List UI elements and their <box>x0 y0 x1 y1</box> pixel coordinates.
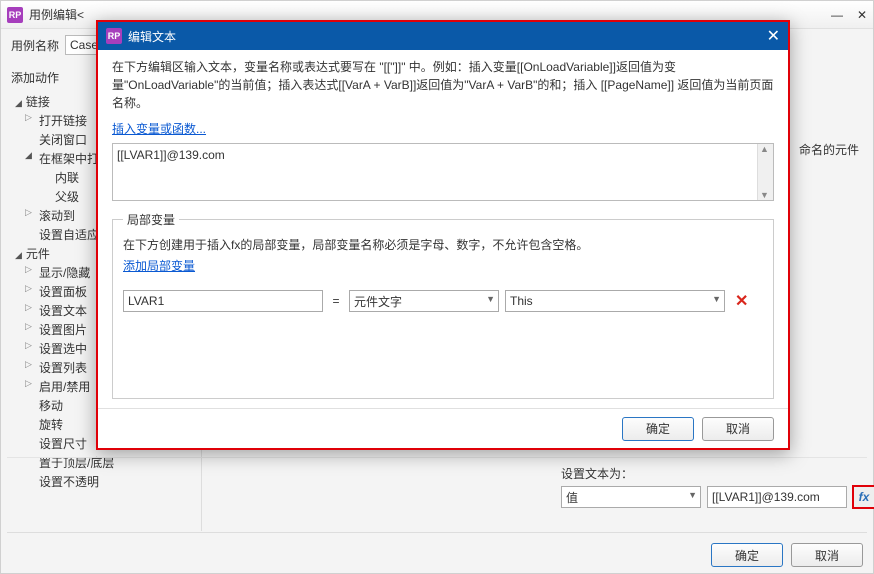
variable-source-dropdown[interactable] <box>349 290 499 312</box>
expression-textarea-wrap: [[LVAR1]]@139.com <box>112 143 774 201</box>
ok-button[interactable]: 确定 <box>711 543 783 567</box>
local-variable-row: = ✕ <box>123 290 763 312</box>
set-text-mode-dropdown[interactable] <box>561 486 701 508</box>
local-variables-desc: 在下方创建用于插入fx的局部变量，局部变量名称必须是字母、数字，不允许包含空格。 <box>123 236 763 253</box>
add-local-variable-link[interactable]: 添加局部变量 <box>123 257 195 274</box>
edit-text-dialog: RP 编辑文本 ✕ 在下方编辑区输入文本，变量名称或表达式要写在 "[["]]"… <box>96 20 790 450</box>
set-text-label: 设置文本为： <box>561 465 874 482</box>
tree-item[interactable]: 设置不透明 <box>11 472 195 491</box>
dialog-titlebar: RP 编辑文本 ✕ <box>98 22 788 50</box>
close-icon[interactable]: ✕ <box>767 26 780 46</box>
close-icon[interactable]: ✕ <box>857 8 867 22</box>
tree-item[interactable]: 置于顶层/底层 <box>11 453 195 472</box>
app-icon: RP <box>106 28 122 44</box>
set-text-value-input[interactable] <box>707 486 847 508</box>
case-name-label: 用例名称 <box>11 37 59 54</box>
local-variables-fieldset: 局部变量 在下方创建用于插入fx的局部变量，局部变量名称必须是字母、数字，不允许… <box>112 211 774 399</box>
minimize-icon[interactable]: — <box>831 8 843 22</box>
delete-variable-icon[interactable]: ✕ <box>735 291 748 311</box>
dialog-cancel-button[interactable]: 取消 <box>702 417 774 441</box>
expression-textarea[interactable]: [[LVAR1]]@139.com <box>113 144 757 200</box>
local-variables-legend: 局部变量 <box>123 211 179 228</box>
scrollbar[interactable] <box>757 144 773 200</box>
equals-label: = <box>329 294 343 308</box>
window-title: 用例编辑< <box>29 6 84 23</box>
variable-name-input[interactable] <box>123 290 323 312</box>
app-icon: RP <box>7 7 23 23</box>
dialog-description: 在下方编辑区输入文本，变量名称或表达式要写在 "[["]]" 中。例如：插入变量… <box>112 58 774 112</box>
set-text-section: 设置文本为： fx <box>561 465 874 508</box>
dialog-title: 编辑文本 <box>128 28 176 45</box>
dialog-ok-button[interactable]: 确定 <box>622 417 694 441</box>
fx-button[interactable]: fx <box>853 486 874 508</box>
footer-divider <box>7 532 867 533</box>
named-widget-label: 命名的元件 <box>799 141 859 158</box>
variable-target-dropdown[interactable] <box>505 290 725 312</box>
cancel-button[interactable]: 取消 <box>791 543 863 567</box>
insert-variable-link[interactable]: 插入变量或函数... <box>112 120 206 137</box>
